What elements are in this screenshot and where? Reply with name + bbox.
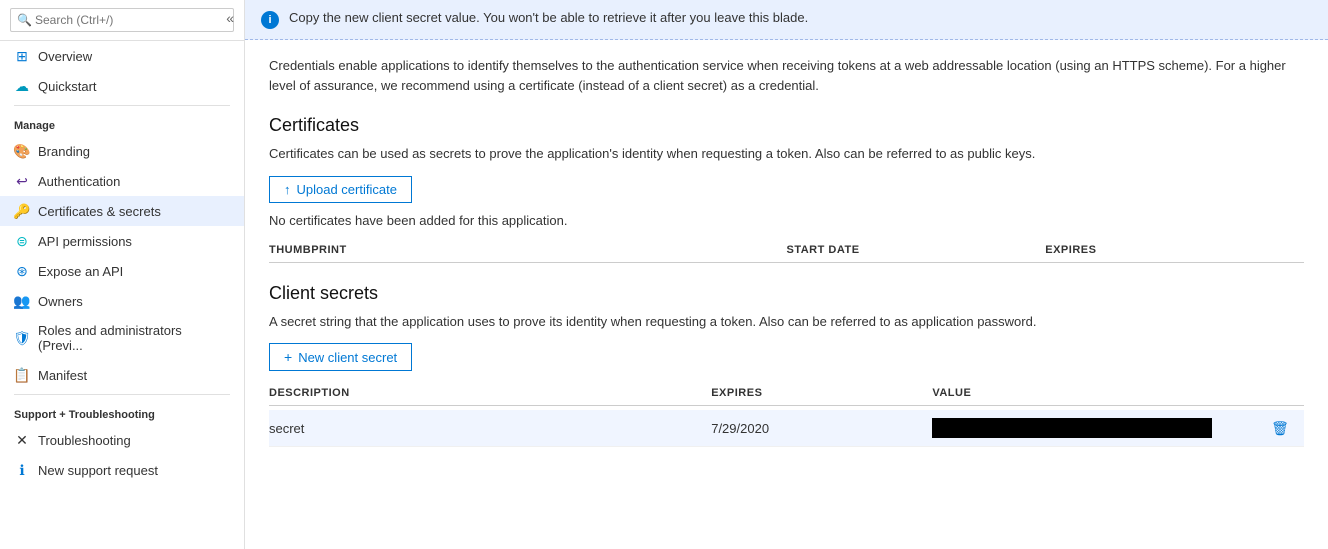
client-secrets-section: Client secrets A secret string that the … xyxy=(269,283,1304,448)
upload-certificate-label: Upload certificate xyxy=(297,182,397,197)
client-secrets-desc: A secret string that the application use… xyxy=(269,312,1304,332)
sidebar-item-new-support[interactable]: ℹ New support request xyxy=(0,455,244,485)
certificates-desc: Certificates can be used as secrets to p… xyxy=(269,144,1304,164)
auth-icon: ↩ xyxy=(14,173,30,189)
cert-icon: 🔑 xyxy=(14,203,30,219)
cert-col-thumbprint: THUMBPRINT xyxy=(269,244,787,256)
secret-col-action xyxy=(1264,387,1304,399)
wrench-icon: ✕ xyxy=(14,432,30,448)
certificates-title: Certificates xyxy=(269,115,1304,136)
cloud-icon: ☁ xyxy=(14,78,30,94)
sidebar-item-certificates-secrets[interactable]: 🔑 Certificates & secrets xyxy=(0,196,244,226)
secret-col-value: VALUE xyxy=(932,387,1264,399)
sidebar-label-expose-api: Expose an API xyxy=(38,264,123,279)
secret-col-description: DESCRIPTION xyxy=(269,387,711,399)
sidebar-item-expose-api[interactable]: ⊛ Expose an API xyxy=(0,256,244,286)
support-icon: ℹ xyxy=(14,462,30,478)
secret-value-masked xyxy=(932,418,1212,438)
secret-expires: 7/29/2020 xyxy=(711,421,932,436)
info-icon: i xyxy=(261,11,279,29)
divider-support xyxy=(14,394,230,395)
content-area: Credentials enable applications to ident… xyxy=(245,40,1328,463)
sidebar-item-branding[interactable]: 🎨 Branding xyxy=(0,136,244,166)
sidebar-label-authentication: Authentication xyxy=(38,174,120,189)
secret-col-expires: EXPIRES xyxy=(711,387,932,399)
sidebar: 🔍 « ⊞ Overview ☁ Quickstart Manage 🎨 Bra… xyxy=(0,0,245,549)
sidebar-label-overview: Overview xyxy=(38,49,92,64)
sidebar-label-troubleshooting: Troubleshooting xyxy=(38,433,131,448)
info-banner-text: Copy the new client secret value. You wo… xyxy=(289,10,808,25)
secret-value-cell xyxy=(932,418,1264,438)
manifest-icon: 📋 xyxy=(14,367,30,383)
certificates-table-header: THUMBPRINT START DATE EXPIRES xyxy=(269,238,1304,263)
no-certificates-message: No certificates have been added for this… xyxy=(269,213,1304,228)
sidebar-item-roles-admins[interactable]: 🛡 Roles and administrators (Previ... xyxy=(0,316,244,360)
sidebar-label-certificates-secrets: Certificates & secrets xyxy=(38,204,161,219)
sidebar-label-new-support: New support request xyxy=(38,463,158,478)
secrets-table-header: DESCRIPTION EXPIRES VALUE xyxy=(269,381,1304,406)
client-secrets-title: Client secrets xyxy=(269,283,1304,304)
divider-manage xyxy=(14,105,230,106)
manage-section-header: Manage xyxy=(0,110,244,136)
sidebar-item-authentication[interactable]: ↩ Authentication xyxy=(0,166,244,196)
upload-arrow-icon: ↑ xyxy=(284,182,291,197)
new-client-secret-button[interactable]: + New client secret xyxy=(269,343,412,371)
new-client-secret-label: New client secret xyxy=(298,350,397,365)
cert-col-expires: EXPIRES xyxy=(1045,244,1304,256)
secret-description: secret xyxy=(269,421,711,436)
intro-text: Credentials enable applications to ident… xyxy=(269,56,1304,95)
search-icon: 🔍 xyxy=(17,13,32,27)
sidebar-item-manifest[interactable]: 📋 Manifest xyxy=(0,360,244,390)
sidebar-item-quickstart[interactable]: ☁ Quickstart xyxy=(0,71,244,101)
collapse-button[interactable]: « xyxy=(226,10,234,26)
expose-icon: ⊛ xyxy=(14,263,30,279)
sidebar-label-owners: Owners xyxy=(38,294,83,309)
sidebar-label-quickstart: Quickstart xyxy=(38,79,97,94)
delete-secret-button[interactable]: 🗑 xyxy=(1264,420,1304,437)
sidebar-item-overview[interactable]: ⊞ Overview xyxy=(0,41,244,71)
grid-icon: ⊞ xyxy=(14,48,30,64)
search-input[interactable] xyxy=(10,8,234,32)
sidebar-label-manifest: Manifest xyxy=(38,368,87,383)
sidebar-item-owners[interactable]: 👥 Owners xyxy=(0,286,244,316)
sidebar-label-branding: Branding xyxy=(38,144,90,159)
api-icon: ⊜ xyxy=(14,233,30,249)
plus-icon: + xyxy=(284,349,292,365)
support-section-header: Support + Troubleshooting xyxy=(0,399,244,425)
main-content: i Copy the new client secret value. You … xyxy=(245,0,1328,549)
table-row: secret 7/29/2020 🗑 xyxy=(269,410,1304,447)
search-container: 🔍 « xyxy=(0,0,244,41)
upload-certificate-button[interactable]: ↑ Upload certificate xyxy=(269,176,412,203)
branding-icon: 🎨 xyxy=(14,143,30,159)
sidebar-label-api-permissions: API permissions xyxy=(38,234,132,249)
sidebar-item-api-permissions[interactable]: ⊜ API permissions xyxy=(0,226,244,256)
cert-col-startdate: START DATE xyxy=(787,244,1046,256)
sidebar-item-troubleshooting[interactable]: ✕ Troubleshooting xyxy=(0,425,244,455)
roles-icon: 🛡 xyxy=(14,330,30,346)
owners-icon: 👥 xyxy=(14,293,30,309)
info-banner: i Copy the new client secret value. You … xyxy=(245,0,1328,40)
sidebar-label-roles-admins: Roles and administrators (Previ... xyxy=(38,323,230,353)
